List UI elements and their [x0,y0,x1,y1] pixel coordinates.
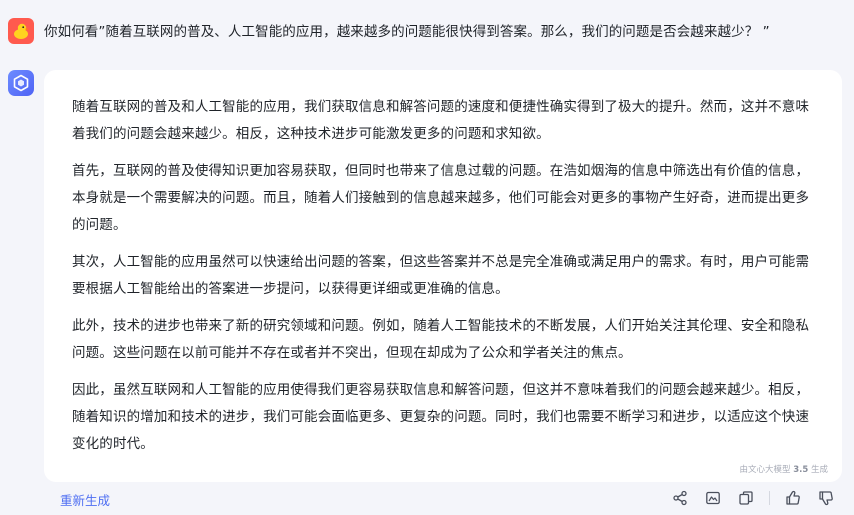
answer-actions-toolbar [657,488,836,508]
image-button[interactable] [703,488,723,508]
answer-paragraph-1: 随着互联网的普及和人工智能的应用，我们获取信息和解答问题的速度和便捷性确实得到了… [72,99,810,142]
regenerate-button[interactable]: 重新生成 [60,490,110,509]
answer-paragraph-4: 此外，技术的进步也带来了新的研究领域和问题。例如，随着人工智能技术的不断发展，人… [72,318,810,361]
assistant-answer-card: 随着互联网的普及和人工智能的应用，我们获取信息和解答问题的速度和便捷性确实得到了… [44,70,842,482]
ernie-bot-logo-icon [13,74,29,92]
duck-avatar-icon [14,23,29,39]
user-message-row: 你如何看”随着互联网的普及、人工智能的应用，越来越多的问题能很快得到答案。那么，… [0,18,854,48]
image-icon [706,491,720,505]
answer-paragraph-3: 其次，人工智能的应用虽然可以快速给出问题的答案，但这些答案并不总是完全准确或满足… [72,254,810,297]
toolbar-divider [769,491,770,505]
copy-button[interactable] [736,488,756,508]
thumbs-down-icon [819,491,833,506]
generated-by-suffix: 生成 [810,465,828,475]
share-button[interactable] [670,488,690,508]
assistant-avatar [8,70,34,96]
thumbs-down-button[interactable] [816,488,836,508]
answer-paragraph-5: 因此，虽然互联网和人工智能的应用使得我们更容易获取信息和解答问题，但这并不意味着… [72,382,810,452]
copy-icon [739,491,753,505]
model-version: 3.5 [793,465,809,475]
share-icon [673,490,687,506]
answer-paragraph-2: 首先，互联网的普及使得知识更加容易获取，但同时也带来了信息过载的问题。在浩如烟海… [72,163,810,233]
generated-by-prefix: 由文心大模型 [739,465,791,475]
thumbs-up-icon [786,490,800,505]
user-question-text: 你如何看”随着互联网的普及、人工智能的应用，越来越多的问题能很快得到答案。那么，… [44,24,770,40]
user-avatar [8,18,34,44]
thumbs-up-button[interactable] [783,488,803,508]
generated-by-note: 由文心大模型 3.5 生成 [740,463,829,475]
